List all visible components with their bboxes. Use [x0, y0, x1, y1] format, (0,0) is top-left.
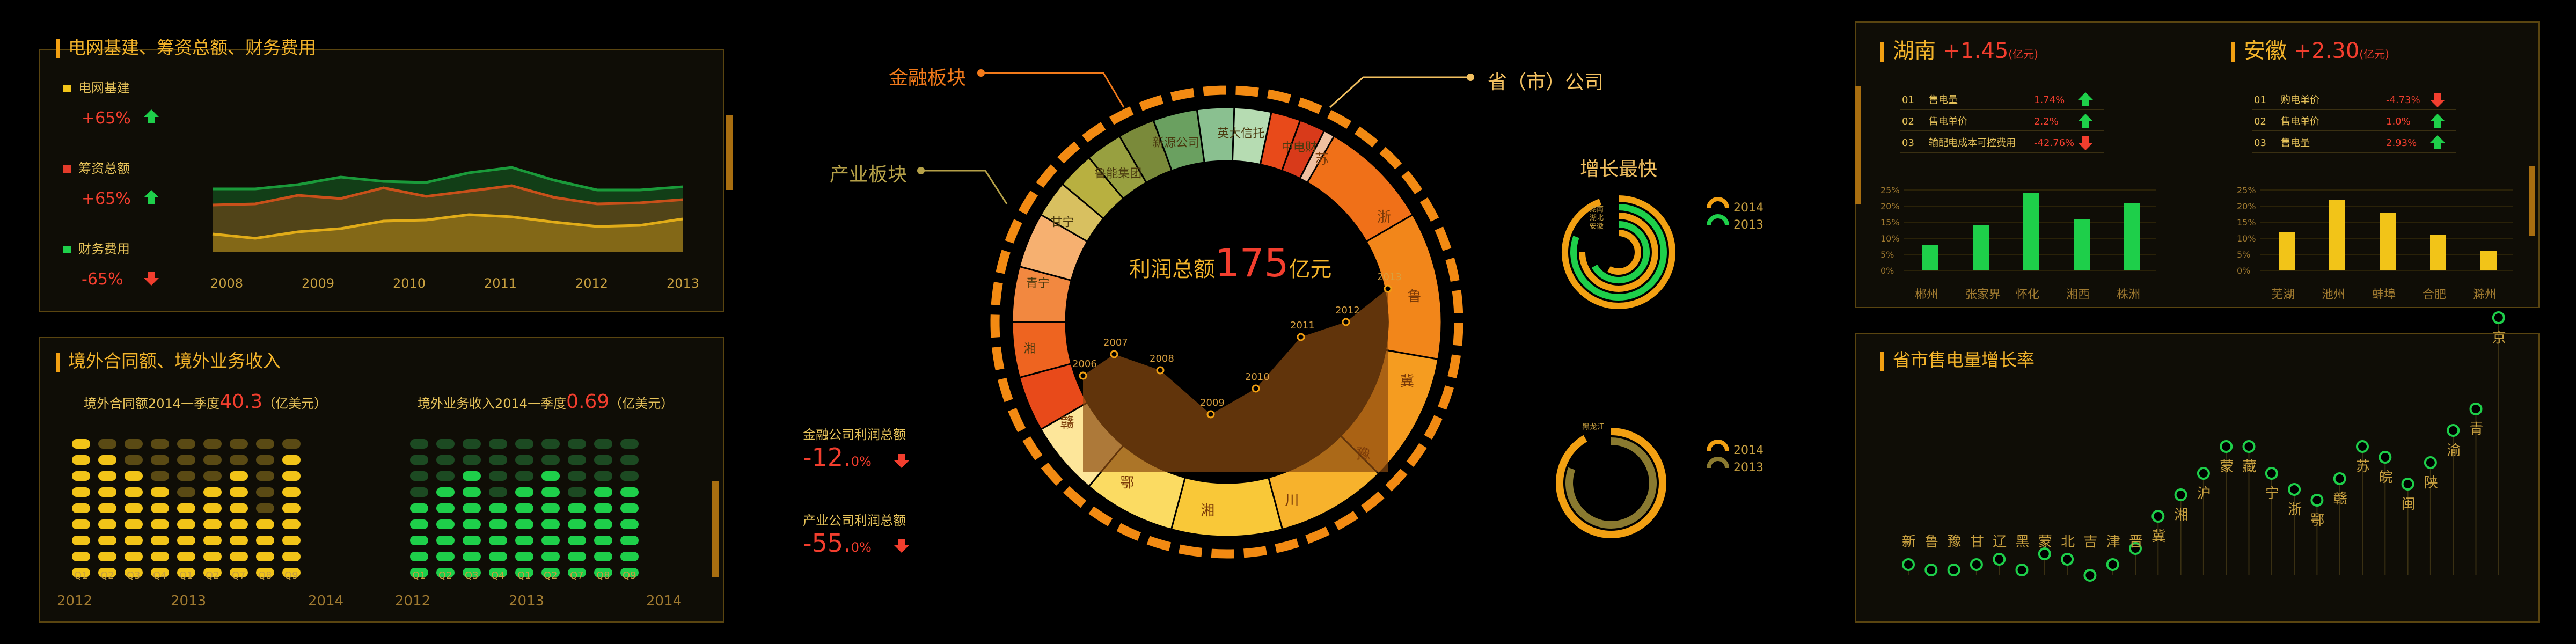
- lollipop-point: [2197, 467, 2210, 480]
- province-lollipop: 新鲁豫甘辽黑蒙北吉津晋冀湘沪蒙 藏宁浙鄂赣苏皖闽陕渝青京: [1902, 311, 2506, 582]
- lollipop-point: [2333, 472, 2346, 485]
- province-label: 辽: [1993, 534, 2007, 550]
- lollipop-point: [2174, 488, 2187, 501]
- lollipop-point: [2220, 440, 2233, 453]
- province-label: 赣: [2333, 491, 2347, 507]
- province-label: 晋: [2129, 534, 2143, 550]
- province-label: 苏: [2356, 459, 2370, 475]
- lollipop-point: [2106, 558, 2119, 571]
- province-label: 浙: [2288, 502, 2302, 518]
- lollipop-point: [1970, 558, 1983, 571]
- lollipop-point: [1924, 564, 1938, 576]
- province-label: 渝: [2447, 443, 2461, 459]
- lollipop-point: [2083, 569, 2097, 582]
- lollipop-point: [1993, 553, 2006, 566]
- province-label: 沪: [2197, 486, 2211, 502]
- province-label: 青: [2470, 421, 2484, 437]
- province-label: 宁: [2265, 486, 2279, 502]
- lollipop-point: [2288, 483, 2301, 496]
- province-label: 豫: [1948, 534, 1962, 550]
- province-label: 冀: [2151, 529, 2165, 545]
- lollipop-point: [2310, 494, 2324, 507]
- province-label: 黑: [2016, 534, 2030, 550]
- lollipop-point: [2424, 456, 2437, 469]
- lollipop-point: [2469, 402, 2483, 415]
- lollipop-point: [2356, 440, 2369, 453]
- lollipop-point: [2379, 451, 2392, 464]
- lollipop-point: [2015, 564, 2029, 576]
- lollipop-point: [1947, 564, 1960, 576]
- province-label: 北: [2061, 534, 2075, 550]
- province-label: 鲁: [1924, 534, 1938, 550]
- province-label: 皖: [2379, 470, 2392, 486]
- lollipop-point: [2061, 553, 2074, 566]
- lollipop-point: [2492, 311, 2505, 324]
- province-label: 新: [1902, 534, 1916, 550]
- province-label: 藏: [2243, 459, 2257, 475]
- lollipop-point: [1902, 558, 1915, 571]
- province-label: 湘: [2175, 507, 2189, 523]
- province-label: 闽: [2402, 496, 2416, 513]
- province-label: 甘: [1970, 534, 1984, 550]
- lollipop-point: [2151, 510, 2165, 523]
- lollipop-point: [2242, 440, 2256, 453]
- province-label: 京: [2492, 330, 2506, 346]
- province-label: 吉: [2083, 534, 2097, 550]
- lollipop-point: [2265, 467, 2278, 480]
- province-label: 蒙: [2220, 459, 2234, 475]
- province-label: 蒙: [2038, 534, 2052, 550]
- province-label: 鄂: [2310, 513, 2324, 529]
- province-label: 津: [2106, 534, 2120, 550]
- province-label: 陕: [2424, 475, 2438, 491]
- lollipop-point: [2447, 424, 2460, 437]
- lollipop-point: [2038, 547, 2051, 560]
- lollipop-point: [2401, 478, 2414, 491]
